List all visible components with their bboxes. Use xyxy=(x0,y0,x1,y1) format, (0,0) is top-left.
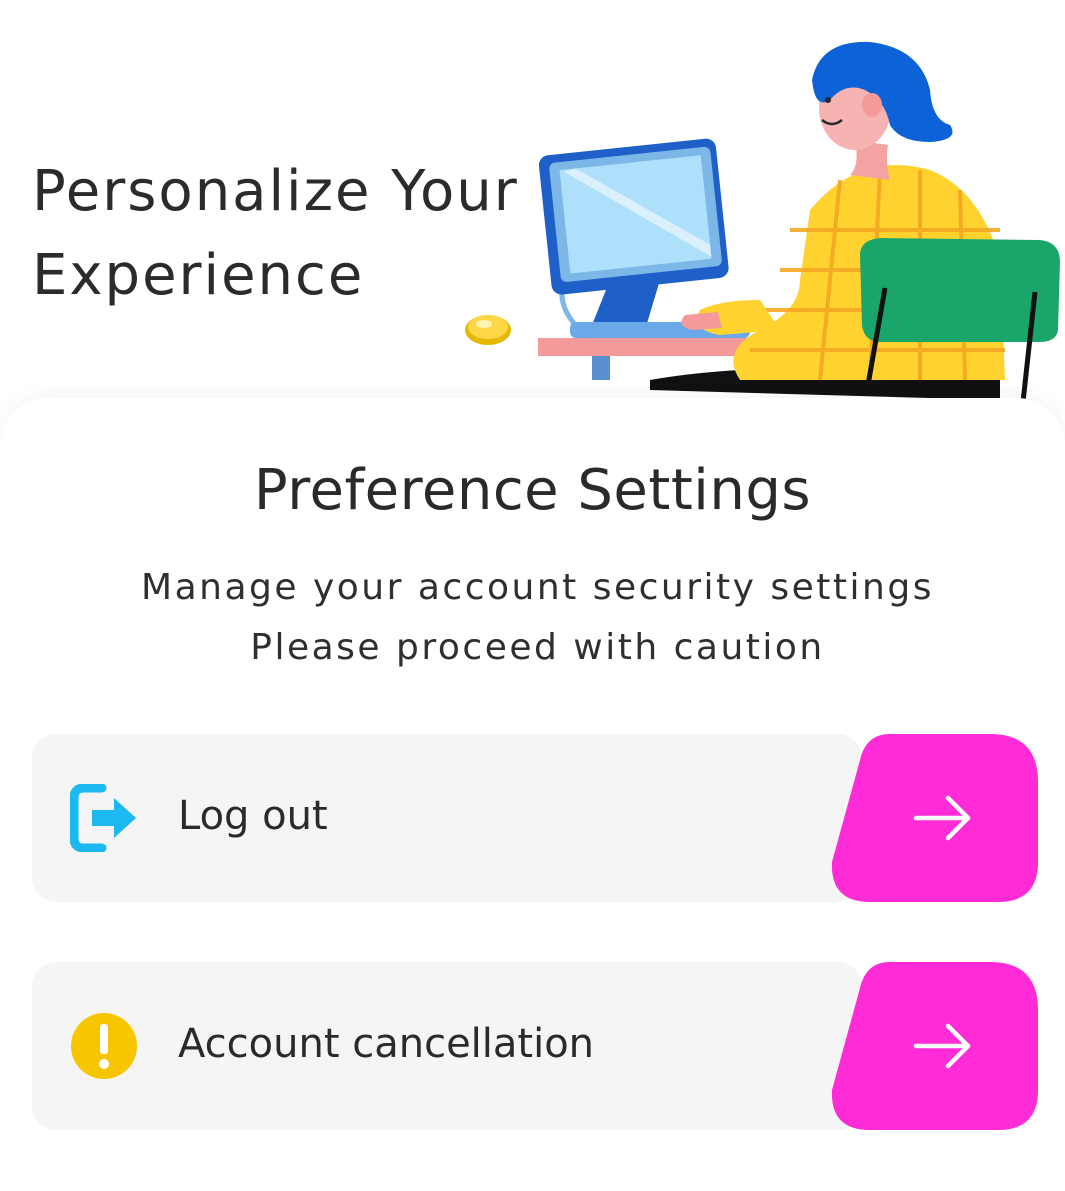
preference-settings-screen: Personalize Your Experience Preference S… xyxy=(0,0,1065,1191)
account-cancellation-row-body[interactable]: Account cancellation xyxy=(32,962,862,1130)
preference-settings-card: Preference Settings Manage your account … xyxy=(0,398,1065,1191)
logout-row-body[interactable]: Log out xyxy=(32,734,862,902)
coin-icon xyxy=(465,315,511,345)
hero-title-line-1: Personalize Your xyxy=(32,159,519,224)
account-cancellation-row[interactable]: Account cancellation xyxy=(32,962,1038,1130)
hero-title-line-2: Experience xyxy=(32,243,365,308)
woman-at-computer-illustration xyxy=(465,41,1060,403)
account-cancellation-go-button[interactable] xyxy=(830,962,1040,1130)
logout-go-button[interactable] xyxy=(830,734,1040,902)
warning-icon xyxy=(71,1013,137,1079)
card-description-line-2: Please proceed with caution xyxy=(250,627,825,668)
card-description: Manage your account security settings Pl… xyxy=(0,558,1065,678)
hero-banner: Personalize Your Experience xyxy=(0,0,1065,420)
account-cancellation-label: Account cancellation xyxy=(178,1021,595,1067)
logout-label: Log out xyxy=(178,793,328,839)
logout-icon xyxy=(70,784,136,852)
logout-row[interactable]: Log out xyxy=(32,734,1038,902)
card-title: Preference Settings xyxy=(253,458,812,523)
card-description-line-1: Manage your account security settings xyxy=(141,567,934,608)
